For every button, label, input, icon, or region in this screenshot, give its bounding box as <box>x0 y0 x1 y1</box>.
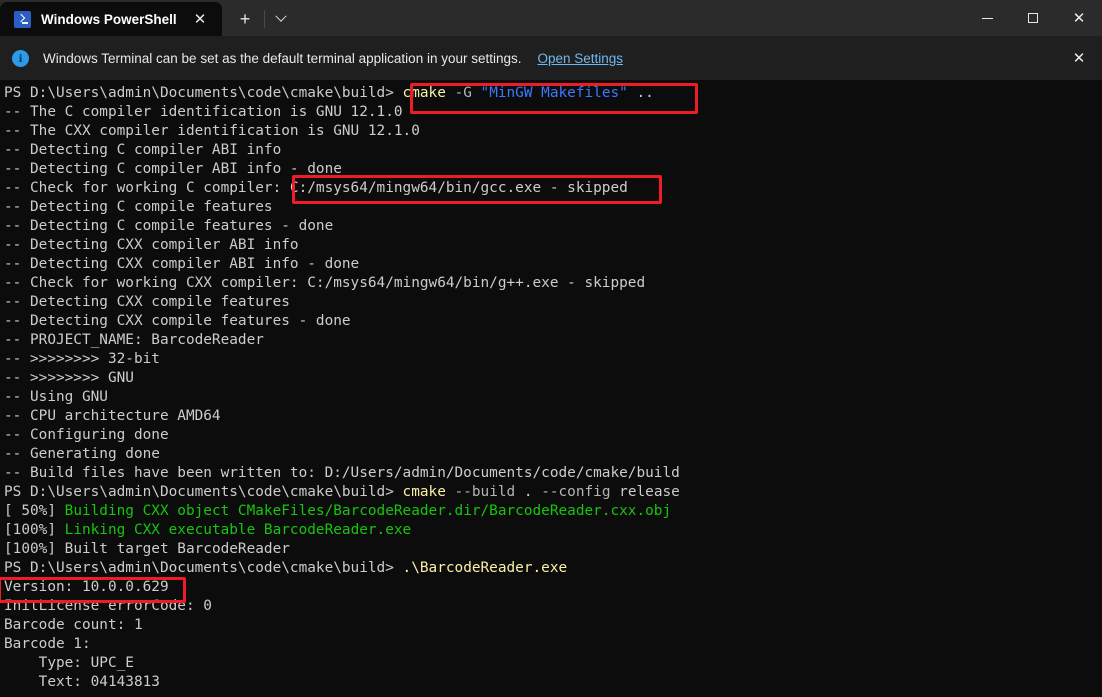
terminal-line: -- Check for working CXX compiler: C:/ms… <box>4 275 646 291</box>
terminal-line: -- Using GNU <box>4 389 108 405</box>
terminal-output-line: Barcode count: 1 <box>4 617 143 633</box>
powershell-icon <box>14 10 31 28</box>
minimize-icon <box>981 17 993 19</box>
close-icon[interactable]: ✕ <box>186 6 214 32</box>
window-close-button[interactable]: ✕ <box>1056 0 1102 36</box>
terminal-build-line: [100%] Linking CXX executable BarcodeRea… <box>4 521 1102 540</box>
terminal-line: -- Detecting CXX compile features <box>4 294 290 310</box>
terminal-line: -- >>>>>>>> GNU <box>4 370 134 386</box>
notification-close-icon[interactable]: ✕ <box>1064 43 1094 73</box>
terminal-line: -- Configuring done <box>4 427 169 443</box>
terminal-line: -- Detecting C compiler ABI info - done <box>4 161 342 177</box>
build-message: Linking CXX executable BarcodeReader.exe <box>64 522 412 538</box>
terminal-output-line: Type: UPC_E <box>4 655 134 671</box>
terminal-build-line: [ 50%] Building CXX object CMakeFiles/Ba… <box>4 502 1102 521</box>
terminal-line: -- Check for working C compiler: C:/msys… <box>4 180 628 196</box>
build-percent: [ 50%] <box>4 503 65 519</box>
command-path: .. <box>627 85 654 101</box>
cmake-configure-log: -- The C compiler identification is GNU … <box>4 103 1102 483</box>
tab-dropdown-button[interactable] <box>265 4 297 34</box>
build-percent: [100%] <box>4 541 65 557</box>
window-controls: ✕ <box>964 0 1102 36</box>
terminal-output-line: Barcode 1: <box>4 636 91 652</box>
terminal-line: -- CPU architecture AMD64 <box>4 408 221 424</box>
terminal-command-line-2: PS D:\Users\admin\Documents\code\cmake\b… <box>4 483 1102 502</box>
terminal-line: -- PROJECT_NAME: BarcodeReader <box>4 332 264 348</box>
prompt: PS D:\Users\admin\Documents\code\cmake\b… <box>4 560 403 576</box>
terminal-line: -- Detecting C compiler ABI info <box>4 142 282 158</box>
terminal-output-line: InitLicense errorCode: 0 <box>4 598 212 614</box>
command-cmake: cmake <box>402 85 446 101</box>
command-flag-config: --config <box>541 484 611 500</box>
command-run-executable: .\BarcodeReader.exe <box>402 560 568 576</box>
prompt: PS D:\Users\admin\Documents\code\cmake\b… <box>4 484 403 500</box>
command-argument: "MinGW Makefiles" <box>480 85 628 101</box>
command-flag: -G <box>445 85 481 101</box>
tab-windows-powershell[interactable]: Windows PowerShell ✕ <box>0 2 222 36</box>
new-tab-group: + <box>226 2 297 36</box>
terminal-line: -- The CXX compiler identification is GN… <box>4 123 420 139</box>
command-flag-build: --build <box>445 484 516 500</box>
notification-message: Windows Terminal can be set as the defau… <box>43 50 522 66</box>
terminal-command-line-3: PS D:\Users\admin\Documents\code\cmake\b… <box>4 559 1102 578</box>
build-message: Building CXX object CMakeFiles/BarcodeRe… <box>64 503 672 519</box>
cmake-build-log: [ 50%] Building CXX object CMakeFiles/Ba… <box>4 502 1102 559</box>
terminal-output[interactable]: PS D:\Users\admin\Documents\code\cmake\b… <box>0 80 1102 697</box>
terminal-line: -- Generating done <box>4 446 160 462</box>
terminal-command-line: PS D:\Users\admin\Documents\code\cmake\b… <box>4 84 1102 103</box>
terminal-line: -- Detecting C compile features - done <box>4 218 334 234</box>
build-message: Built target BarcodeReader <box>64 541 290 557</box>
terminal-output-line: Text: 04143813 <box>4 674 160 690</box>
info-icon: i <box>12 49 29 67</box>
terminal-output-line: Version: 10.0.0.629 <box>4 579 169 595</box>
terminal-line: -- >>>>>>>> 32-bit <box>4 351 160 367</box>
prompt: PS D:\Users\admin\Documents\code\cmake\b… <box>4 85 403 101</box>
command-dot: . <box>515 484 542 500</box>
build-percent: [100%] <box>4 522 65 538</box>
tab-title: Windows PowerShell <box>41 11 177 27</box>
open-settings-link[interactable]: Open Settings <box>538 51 624 66</box>
terminal-line: -- Detecting C compile features <box>4 199 273 215</box>
command-config-value: release <box>610 484 680 500</box>
terminal-build-line: [100%] Built target BarcodeReader <box>4 540 1102 559</box>
title-bar: Windows PowerShell ✕ + ✕ <box>0 0 1102 36</box>
terminal-line: -- The C compiler identification is GNU … <box>4 104 403 120</box>
chevron-down-icon <box>275 10 287 22</box>
new-tab-button[interactable]: + <box>226 4 264 34</box>
command-cmake: cmake <box>402 484 446 500</box>
minimize-button[interactable] <box>964 0 1010 36</box>
program-output-log: Version: 10.0.0.629 InitLicense errorCode… <box>4 578 1102 692</box>
terminal-line: -- Detecting CXX compiler ABI info <box>4 237 299 253</box>
terminal-line: -- Build files have been written to: D:/… <box>4 465 680 481</box>
terminal-line: -- Detecting CXX compile features - done <box>4 313 351 329</box>
terminal-line: -- Detecting CXX compiler ABI info - don… <box>4 256 360 272</box>
maximize-icon <box>1028 13 1038 23</box>
maximize-button[interactable] <box>1010 0 1056 36</box>
notification-bar: i Windows Terminal can be set as the def… <box>0 36 1102 80</box>
